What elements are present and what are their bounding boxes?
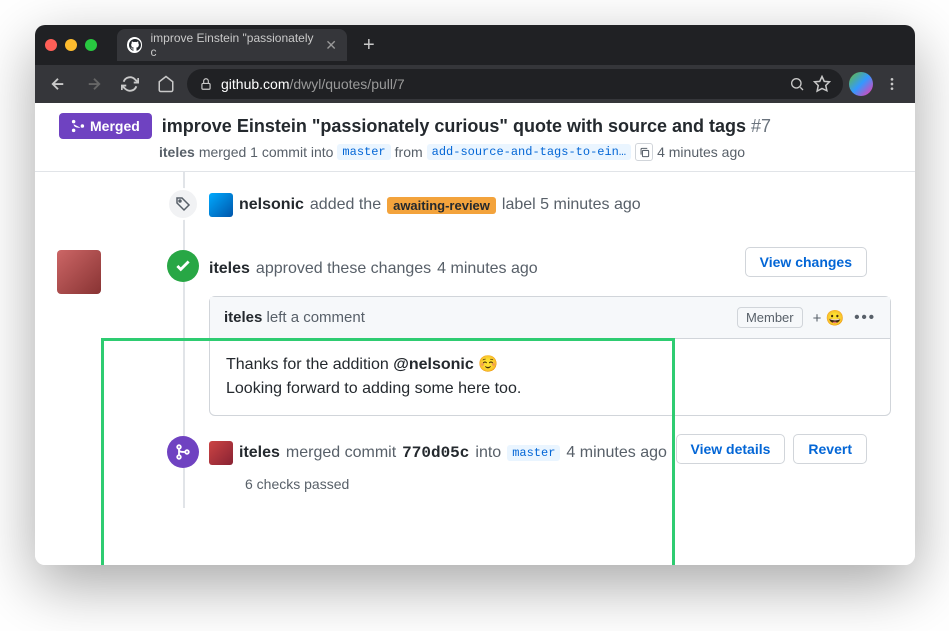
new-tab-button[interactable]: + [363,34,375,57]
star-icon[interactable] [813,75,831,93]
tab-title: improve Einstein "passionately c [150,31,317,59]
timeline-merge-event: iteles merged commit 770d05c into master… [105,436,891,468]
member-badge: Member [737,307,803,328]
home-button[interactable] [151,69,181,99]
merged-time: 4 minutes ago [657,144,745,160]
revert-button[interactable]: Revert [793,434,867,464]
review-time: 4 minutes ago [437,260,538,278]
pr-number: #7 [751,116,771,136]
git-merge-icon [71,119,85,133]
browser-tab[interactable]: improve Einstein "passionately c ✕ [117,29,347,61]
lock-icon [199,77,213,91]
reload-button[interactable] [115,69,145,99]
pr-merger[interactable]: iteles [159,144,195,160]
commit-sha[interactable]: 770d05c [402,444,469,462]
menu-button[interactable] [877,69,907,99]
actor-link[interactable]: iteles [209,260,250,278]
url-path: /dwyl/quotes/pull/7 [289,76,404,92]
comment-author[interactable]: iteles [224,309,262,326]
merge-icon [167,436,199,468]
pr-title: improve Einstein "passionately curious" … [162,116,771,137]
maximize-window-button[interactable] [85,39,97,51]
base-branch[interactable]: master [337,144,390,160]
zoom-icon[interactable] [789,76,805,92]
merge-target-branch[interactable]: master [507,445,560,461]
comment-body: Thanks for the addition @nelsonic ☺️ Loo… [210,339,890,415]
actor-link[interactable]: iteles [239,444,280,462]
reviewer-avatar[interactable] [57,250,101,294]
timeline-label-event: nelsonic added the awaiting-review label… [105,188,891,220]
copy-branch-icon[interactable] [635,143,653,161]
avatar[interactable] [209,441,233,465]
minimize-window-button[interactable] [65,39,77,51]
close-tab-icon[interactable]: ✕ [325,37,337,54]
view-details-button[interactable]: View details [676,434,786,464]
github-favicon [127,37,142,53]
address-bar[interactable]: github.com/dwyl/quotes/pull/7 [187,69,843,99]
check-icon [167,250,199,282]
review-comment: iteles left a comment Member + 😀 ••• Tha… [209,296,891,416]
comment-menu-button[interactable]: ••• [854,309,876,326]
label-chip[interactable]: awaiting-review [387,197,496,214]
add-reaction-button[interactable]: + 😀 [813,309,845,327]
pr-state-badge: Merged [59,113,152,139]
actor-link[interactable]: nelsonic [239,196,304,214]
head-branch[interactable]: add-source-and-tags-to-ein… [427,144,631,160]
merge-time: 4 minutes ago [566,444,667,462]
profile-avatar[interactable] [849,72,873,96]
tag-icon [167,188,199,220]
browser-chrome: improve Einstein "passionately c ✕ + git… [35,25,915,103]
forward-button[interactable] [79,69,109,99]
window-controls [45,39,97,51]
pr-header: Merged improve Einstein "passionately cu… [35,103,915,172]
close-window-button[interactable] [45,39,57,51]
checks-passed[interactable]: 6 checks passed [245,476,891,492]
avatar[interactable] [209,193,233,217]
url-host: github.com [221,76,289,92]
mention[interactable]: @nelsonic [393,356,474,373]
view-changes-button[interactable]: View changes [745,247,867,277]
back-button[interactable] [43,69,73,99]
